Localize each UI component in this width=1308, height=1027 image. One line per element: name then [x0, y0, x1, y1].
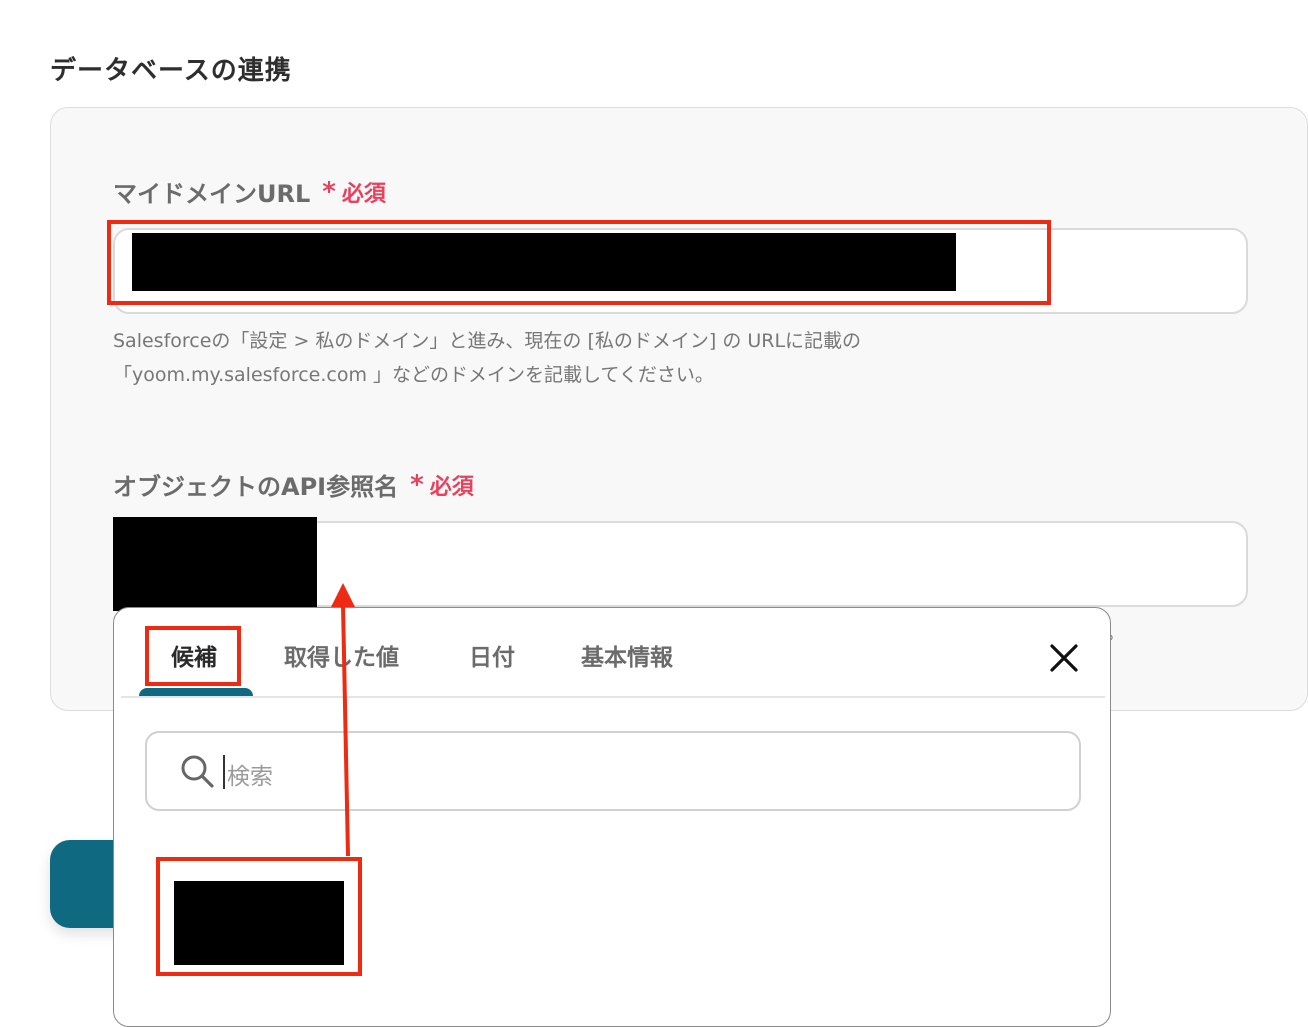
domain-help-line-2: 「yoom.my.salesforce.com 」などのドメインを記載してくださ… [113, 364, 714, 386]
required-asterisk-icon: * [322, 176, 336, 207]
object-api-label-text: オブジェクトのAPI参照名 [113, 473, 399, 501]
highlight-domain-input [107, 220, 1051, 305]
highlight-candidate-item [156, 857, 362, 976]
text-caret [223, 755, 225, 789]
object-api-field-label: オブジェクトのAPI参照名 * 必須 [113, 467, 474, 502]
search-input[interactable]: 検索 [145, 731, 1081, 811]
domain-help-line-1: Salesforceの「設定 > 私のドメイン」と進み、現在の [私のドメイン]… [113, 330, 862, 352]
tab-fetched-values[interactable]: 取得した値 [284, 638, 399, 672]
search-placeholder: 検索 [227, 764, 273, 790]
tab-divider [121, 696, 1105, 698]
search-icon [181, 755, 214, 788]
domain-help-text: Salesforceの「設定 > 私のドメイン」と進み、現在の [私のドメイン]… [113, 324, 861, 392]
section-title: データベースの連携 [50, 56, 292, 86]
close-icon [1050, 644, 1078, 672]
required-text: 必須 [429, 474, 474, 500]
domain-field-label: マイドメインURL * 必須 [113, 174, 386, 209]
domain-label-text: マイドメインURL [113, 180, 311, 208]
tab-basic-info[interactable]: 基本情報 [581, 638, 673, 672]
required-text: 必須 [341, 181, 386, 207]
redacted-object-api-value [113, 517, 317, 611]
highlight-candidates-tab [145, 626, 241, 686]
tab-date[interactable]: 日付 [469, 638, 515, 672]
close-button[interactable] [1044, 638, 1084, 678]
required-asterisk-icon: * [410, 469, 424, 500]
